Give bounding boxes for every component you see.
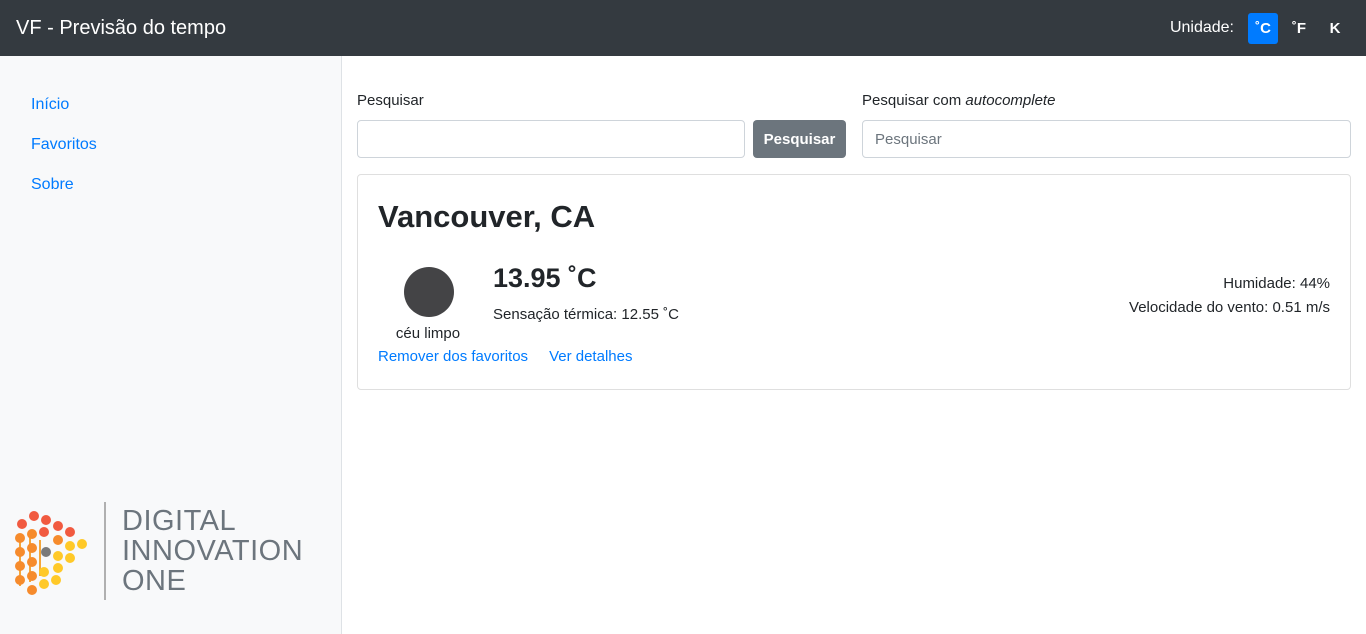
temperature: 13.95 ˚C bbox=[493, 263, 597, 293]
unit-selector: Unidade: ˚C ˚F K bbox=[1169, 12, 1350, 44]
weather-description: céu limpo bbox=[395, 325, 461, 342]
sidebar-nav: Início Favoritos Sobre bbox=[0, 56, 341, 216]
app-title[interactable]: VF - Previsão do tempo bbox=[16, 17, 226, 40]
wind-speed: Velocidade do vento: 0.51 m/s bbox=[1129, 299, 1330, 316]
weather-details: Humidade: 44% Velocidade do vento: 0.51 … bbox=[1129, 272, 1330, 320]
unit-label: Unidade: bbox=[1169, 19, 1234, 36]
main-content: Pesquisar Pesquisar Pesquisar com autoco… bbox=[342, 56, 1366, 634]
feels-like: Sensação térmica: 12.55 ˚C bbox=[493, 306, 679, 323]
logo-wordmark: DIGITAL INNOVATION ONE bbox=[122, 505, 304, 597]
sidebar: Início Favoritos Sobre DIGITAL INNOVATIO… bbox=[0, 56, 342, 634]
sidebar-link-favoritos[interactable]: Favoritos bbox=[31, 136, 97, 153]
search-input[interactable] bbox=[357, 120, 745, 158]
autocomplete-label: Pesquisar com autocomplete bbox=[862, 92, 1056, 109]
weather-icon bbox=[404, 267, 454, 317]
city-name: Vancouver, CA bbox=[378, 199, 596, 234]
sidebar-item-inicio: Início bbox=[31, 96, 341, 136]
sidebar-item-sobre: Sobre bbox=[31, 176, 341, 216]
sidebar-link-sobre[interactable]: Sobre bbox=[31, 176, 74, 193]
weather-card: Vancouver, CA céu limpo 13.95 ˚C Sensaçã… bbox=[357, 174, 1351, 390]
autocomplete-search-input[interactable] bbox=[862, 120, 1351, 158]
search-label: Pesquisar bbox=[357, 92, 424, 109]
unit-kelvin-button[interactable]: K bbox=[1320, 13, 1350, 44]
sidebar-item-favoritos: Favoritos bbox=[31, 136, 341, 176]
remove-favorite-link[interactable]: Remover dos favoritos bbox=[378, 348, 528, 365]
logo-divider bbox=[104, 502, 106, 600]
logo-dots-icon bbox=[15, 511, 87, 595]
card-actions: Remover dos favoritos Ver detalhes bbox=[378, 348, 653, 365]
view-details-link[interactable]: Ver detalhes bbox=[549, 348, 632, 365]
search-button[interactable]: Pesquisar bbox=[753, 120, 846, 158]
unit-celsius-button[interactable]: ˚C bbox=[1248, 12, 1278, 44]
unit-fahrenheit-button[interactable]: ˚F bbox=[1284, 13, 1314, 44]
top-navbar: VF - Previsão do tempo Unidade: ˚C ˚F K bbox=[0, 0, 1366, 56]
humidity: Humidade: 44% bbox=[1223, 275, 1330, 292]
digital-innovation-one-logo: DIGITAL INNOVATION ONE bbox=[14, 502, 324, 602]
sidebar-link-inicio[interactable]: Início bbox=[31, 96, 69, 113]
